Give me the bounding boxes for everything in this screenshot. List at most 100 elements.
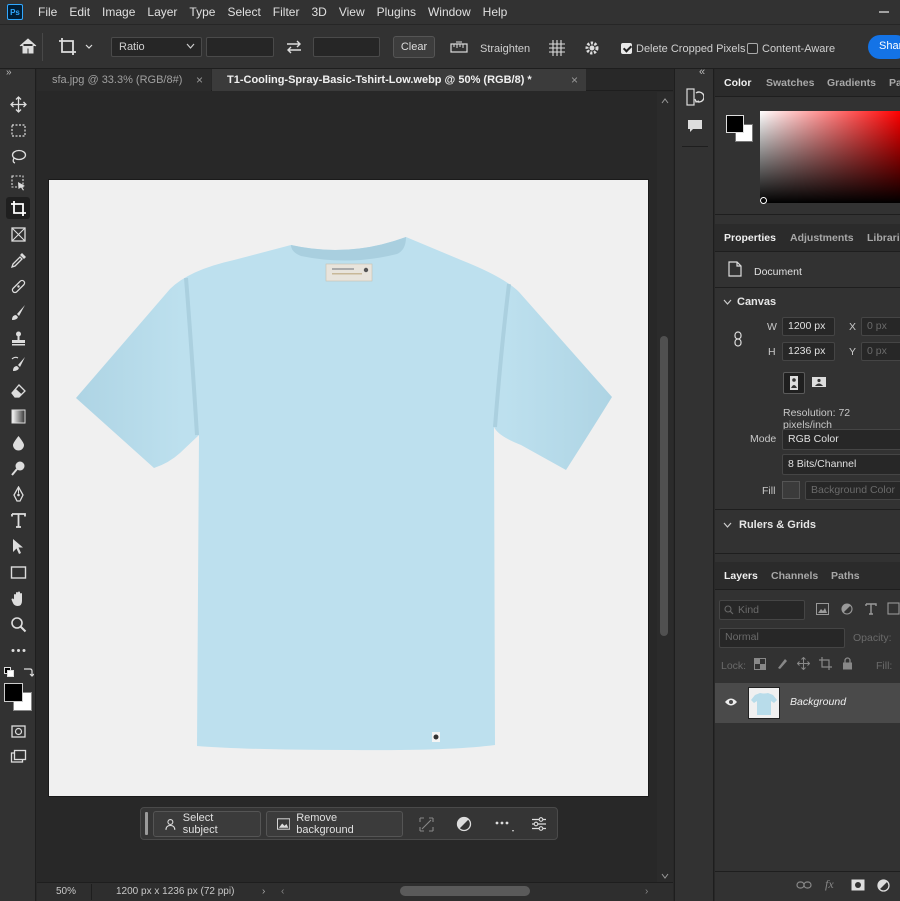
tab-adjustments[interactable]: Adjustments — [790, 232, 854, 244]
canvas-height-input[interactable]: 1236 px — [782, 342, 835, 361]
tab-sfa[interactable]: sfa.jpg @ 33.3% (RGB/8#) × — [37, 69, 211, 91]
eraser-tool-icon[interactable] — [6, 379, 30, 401]
bit-depth-select[interactable]: 8 Bits/Channel — [782, 454, 900, 475]
quick-mask-icon[interactable] — [6, 720, 30, 742]
canvas-width-input[interactable]: 1200 px — [782, 317, 835, 336]
color-mode-select[interactable]: RGB Color — [782, 429, 900, 450]
filter-type-icon[interactable] — [865, 602, 877, 618]
fx-icon[interactable]: fx — [825, 877, 834, 892]
tab-swatches[interactable]: Swatches — [766, 77, 814, 89]
menu-image[interactable]: Image — [96, 0, 141, 24]
pen-tool-icon[interactable] — [6, 483, 30, 505]
rulers-grids-section-title[interactable]: Rulers & Grids — [739, 519, 816, 531]
landscape-orientation-button[interactable] — [809, 372, 831, 394]
adjustment-icon[interactable] — [456, 816, 472, 835]
layer-kind-filter[interactable]: Kind — [719, 600, 805, 620]
delete-cropped-checkbox[interactable] — [621, 43, 632, 54]
share-button[interactable]: Shar — [868, 35, 900, 59]
marquee-tool-icon[interactable] — [6, 119, 30, 141]
menu-window[interactable]: Window — [422, 0, 477, 24]
horizontal-scroll-thumb[interactable] — [400, 886, 530, 896]
lasso-tool-icon[interactable] — [6, 145, 30, 167]
menu-layer[interactable]: Layer — [141, 0, 183, 24]
healing-brush-tool-icon[interactable] — [6, 275, 30, 297]
crop-tool-preset-icon[interactable] — [58, 37, 96, 60]
close-icon[interactable]: × — [196, 73, 203, 87]
lock-transparent-icon[interactable] — [754, 658, 766, 673]
dodge-tool-icon[interactable] — [6, 457, 30, 479]
menu-filter[interactable]: Filter — [267, 0, 306, 24]
vertical-scroll-thumb[interactable] — [660, 336, 668, 636]
history-brush-tool-icon[interactable] — [6, 353, 30, 375]
portrait-orientation-button[interactable] — [783, 372, 805, 394]
path-selection-tool-icon[interactable] — [6, 535, 30, 557]
scroll-down-icon[interactable] — [661, 870, 669, 882]
transform-icon[interactable] — [419, 817, 434, 835]
menu-view[interactable]: View — [333, 0, 371, 24]
straighten-label[interactable]: Straighten — [480, 42, 530, 56]
color-picker-cursor[interactable] — [760, 197, 767, 204]
link-icon[interactable] — [733, 331, 743, 350]
new-adjustment-layer-icon[interactable] — [877, 879, 890, 895]
ratio-height-input[interactable] — [313, 37, 380, 57]
menu-select[interactable]: Select — [221, 0, 266, 24]
tab-paths[interactable]: Paths — [831, 570, 860, 582]
scroll-up-icon[interactable] — [661, 95, 669, 107]
filter-pixel-icon[interactable] — [816, 603, 829, 618]
comments-panel-icon[interactable] — [687, 119, 703, 136]
canvas-section-title[interactable]: Canvas — [737, 296, 776, 308]
brush-tool-icon[interactable] — [6, 301, 30, 323]
tab-layers[interactable]: Layers — [724, 570, 758, 582]
add-mask-icon[interactable] — [851, 879, 865, 894]
frame-tool-icon[interactable] — [6, 223, 30, 245]
more-tools-icon[interactable] — [6, 639, 30, 661]
window-minimize-icon[interactable] — [876, 4, 892, 23]
object-selection-tool-icon[interactable] — [6, 171, 30, 193]
canvas-y-input[interactable]: 0 px — [861, 342, 900, 361]
ratio-select[interactable]: Ratio — [111, 37, 202, 57]
content-aware-checkbox[interactable] — [747, 43, 758, 54]
content-aware-label[interactable]: Content-Aware — [762, 42, 835, 56]
rectangle-tool-icon[interactable] — [6, 561, 30, 583]
default-colors-icon[interactable] — [4, 667, 14, 680]
move-tool-icon[interactable] — [6, 93, 30, 115]
tab-libraries[interactable]: Librarie — [867, 232, 900, 244]
type-tool-icon[interactable] — [6, 509, 30, 531]
menu-file[interactable]: File — [32, 0, 63, 24]
eyedropper-tool-icon[interactable] — [6, 249, 30, 271]
more-options-icon[interactable] — [494, 817, 516, 836]
scroll-right-icon[interactable]: › — [645, 886, 648, 897]
menu-plugins[interactable]: Plugins — [371, 0, 422, 24]
menu-type[interactable]: Type — [183, 0, 221, 24]
scroll-left-icon[interactable]: ‹ — [281, 886, 284, 897]
remove-background-button[interactable]: Remove background — [266, 811, 403, 837]
layer-name[interactable]: Background — [790, 696, 846, 708]
hand-tool-icon[interactable] — [6, 587, 30, 609]
lock-position-icon[interactable] — [796, 656, 811, 673]
expand-panels-icon[interactable]: « — [699, 66, 705, 78]
menu-help[interactable]: Help — [477, 0, 514, 24]
document-canvas[interactable] — [48, 179, 649, 797]
select-subject-button[interactable]: Select subject — [153, 811, 261, 837]
chevron-down-icon[interactable] — [723, 520, 732, 532]
straighten-icon[interactable] — [450, 40, 468, 57]
swap-icon[interactable] — [285, 39, 303, 58]
link-layers-icon[interactable] — [796, 880, 812, 893]
zoom-tool-icon[interactable] — [6, 613, 30, 635]
gradient-tool-icon[interactable] — [6, 405, 30, 427]
fill-color-swatch[interactable] — [782, 481, 800, 499]
history-panel-icon[interactable] — [686, 87, 705, 110]
chevron-right-icon[interactable]: › — [262, 886, 265, 897]
blur-tool-icon[interactable] — [6, 431, 30, 453]
swap-colors-icon[interactable] — [22, 666, 35, 681]
screen-mode-icon[interactable] — [6, 746, 30, 768]
tab-tshirt[interactable]: T1-Cooling-Spray-Basic-Tshirt-Low.webp @… — [212, 69, 586, 91]
foreground-color-swatch[interactable] — [4, 683, 23, 702]
crop-tool-icon[interactable] — [6, 197, 30, 219]
taskbar-drag-handle[interactable] — [145, 812, 148, 835]
color-picker-field[interactable] — [760, 111, 900, 203]
home-icon[interactable] — [18, 37, 38, 58]
zoom-level[interactable]: 50% — [56, 886, 76, 897]
ratio-width-input[interactable] — [206, 37, 274, 57]
tab-properties[interactable]: Properties — [724, 232, 776, 244]
